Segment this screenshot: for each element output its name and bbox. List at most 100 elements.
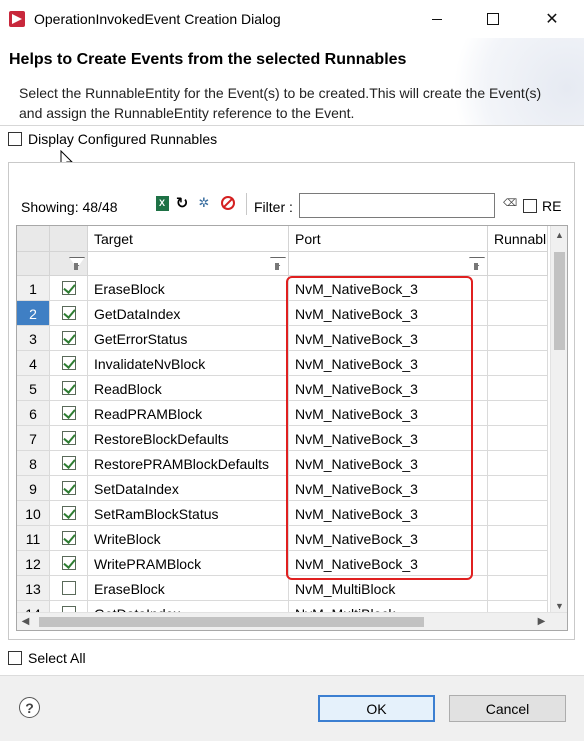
- cancel-button[interactable]: Cancel: [449, 695, 566, 722]
- target-cell[interactable]: ReadBlock: [88, 376, 289, 401]
- target-cell[interactable]: WritePRAMBlock: [88, 551, 289, 576]
- select-column-header[interactable]: [50, 226, 88, 252]
- row-select-cell[interactable]: [50, 376, 88, 401]
- runnable-cell[interactable]: [488, 326, 548, 351]
- row-number[interactable]: 12: [17, 551, 50, 576]
- target-cell[interactable]: EraseBlock: [88, 576, 289, 601]
- port-cell[interactable]: NvM_NativeBock_3: [289, 301, 488, 326]
- row-number[interactable]: 4: [17, 351, 50, 376]
- row-checkbox[interactable]: [61, 581, 76, 595]
- table-row[interactable]: 2 GetDataIndex NvM_NativeBock_3: [17, 301, 567, 326]
- scroll-left-icon[interactable]: ◀: [17, 613, 34, 630]
- runnable-cell[interactable]: [488, 376, 548, 401]
- runnable-cell[interactable]: [488, 576, 548, 601]
- runnable-cell[interactable]: [488, 551, 548, 576]
- funnel-icon[interactable]: [469, 257, 483, 270]
- table-row[interactable]: 9 SetDataIndex NvM_NativeBock_3: [17, 476, 567, 501]
- display-configured-runnables-checkbox[interactable]: Display Configured Runnables: [8, 131, 217, 147]
- row-number[interactable]: 8: [17, 451, 50, 476]
- filter-input[interactable]: [299, 193, 495, 218]
- table-row[interactable]: 1 EraseBlock NvM_NativeBock_3: [17, 276, 567, 301]
- table-row[interactable]: 3 GetErrorStatus NvM_NativeBock_3: [17, 326, 567, 351]
- runnable-cell[interactable]: [488, 301, 548, 326]
- target-cell[interactable]: RestorePRAMBlockDefaults: [88, 451, 289, 476]
- target-cell[interactable]: EraseBlock: [88, 276, 289, 301]
- runnable-cell[interactable]: [488, 501, 548, 526]
- excel-export-icon[interactable]: X: [153, 194, 171, 212]
- port-cell[interactable]: NvM_NativeBock_3: [289, 376, 488, 401]
- port-cell[interactable]: NvM_NativeBock_3: [289, 526, 488, 551]
- horizontal-scrollbar[interactable]: ◀ ▶: [17, 612, 567, 630]
- table-row[interactable]: 4 InvalidateNvBlock NvM_NativeBock_3: [17, 351, 567, 376]
- close-button[interactable]: ✕: [529, 0, 575, 38]
- row-number[interactable]: 10: [17, 501, 50, 526]
- vertical-scroll-thumb[interactable]: [554, 252, 565, 350]
- row-number[interactable]: 13: [17, 576, 50, 601]
- row-select-cell[interactable]: [50, 426, 88, 451]
- checkbox-box[interactable]: [8, 651, 22, 665]
- help-icon[interactable]: ?: [19, 697, 40, 718]
- settings-icon[interactable]: ✲: [195, 194, 213, 212]
- filter-cell-port[interactable]: [289, 252, 488, 276]
- port-cell[interactable]: NvM_NativeBock_3: [289, 401, 488, 426]
- row-number[interactable]: 1: [17, 276, 50, 301]
- port-cell[interactable]: NvM_NativeBock_3: [289, 476, 488, 501]
- column-header-runnable[interactable]: Runnabl: [488, 226, 548, 252]
- target-cell[interactable]: GetDataIndex: [88, 301, 289, 326]
- table-row[interactable]: 11 WriteBlock NvM_NativeBock_3: [17, 526, 567, 551]
- column-header-port[interactable]: Port: [289, 226, 488, 252]
- regex-checkbox[interactable]: RE: [523, 198, 561, 214]
- maximize-button[interactable]: [470, 0, 516, 38]
- row-number[interactable]: 2: [17, 301, 50, 326]
- port-cell[interactable]: NvM_NativeBock_3: [289, 326, 488, 351]
- column-header-target[interactable]: Target: [88, 226, 289, 252]
- target-cell[interactable]: SetRamBlockStatus: [88, 501, 289, 526]
- runnable-cell[interactable]: [488, 401, 548, 426]
- runnable-cell[interactable]: [488, 276, 548, 301]
- port-cell[interactable]: NvM_MultiBlock: [289, 576, 488, 601]
- table-row[interactable]: 5 ReadBlock NvM_NativeBock_3: [17, 376, 567, 401]
- row-checkbox[interactable]: [61, 356, 76, 370]
- row-select-cell[interactable]: [50, 451, 88, 476]
- port-cell[interactable]: NvM_NativeBock_3: [289, 426, 488, 451]
- row-select-cell[interactable]: [50, 576, 88, 601]
- row-number[interactable]: 3: [17, 326, 50, 351]
- ok-button[interactable]: OK: [318, 695, 435, 722]
- row-select-cell[interactable]: [50, 351, 88, 376]
- row-select-cell[interactable]: [50, 326, 88, 351]
- funnel-icon[interactable]: [69, 257, 83, 270]
- checkbox-box[interactable]: [8, 132, 22, 146]
- row-number[interactable]: 7: [17, 426, 50, 451]
- row-select-cell[interactable]: [50, 276, 88, 301]
- row-checkbox[interactable]: [61, 481, 76, 495]
- row-select-cell[interactable]: [50, 501, 88, 526]
- row-checkbox[interactable]: [61, 281, 76, 295]
- target-cell[interactable]: SetDataIndex: [88, 476, 289, 501]
- runnable-cell[interactable]: [488, 351, 548, 376]
- port-cell[interactable]: NvM_NativeBock_3: [289, 276, 488, 301]
- row-select-cell[interactable]: [50, 401, 88, 426]
- port-cell[interactable]: NvM_NativeBock_3: [289, 551, 488, 576]
- target-cell[interactable]: ReadPRAMBlock: [88, 401, 289, 426]
- row-checkbox[interactable]: [61, 531, 76, 545]
- row-number[interactable]: 11: [17, 526, 50, 551]
- row-checkbox[interactable]: [61, 556, 76, 570]
- select-all-checkbox[interactable]: Select All: [8, 650, 86, 666]
- target-cell[interactable]: GetErrorStatus: [88, 326, 289, 351]
- refresh-icon[interactable]: ↻: [173, 194, 191, 212]
- row-checkbox[interactable]: [61, 456, 76, 470]
- funnel-icon[interactable]: [270, 257, 284, 270]
- regex-checkbox-box[interactable]: [523, 199, 537, 213]
- target-cell[interactable]: InvalidateNvBlock: [88, 351, 289, 376]
- filter-cell-runnable[interactable]: [488, 252, 548, 276]
- runnable-cell[interactable]: [488, 451, 548, 476]
- table-row[interactable]: 7 RestoreBlockDefaults NvM_NativeBock_3: [17, 426, 567, 451]
- target-cell[interactable]: RestoreBlockDefaults: [88, 426, 289, 451]
- clear-filters-icon[interactable]: [219, 194, 237, 212]
- port-cell[interactable]: NvM_NativeBock_3: [289, 451, 488, 476]
- row-checkbox[interactable]: [61, 381, 76, 395]
- row-number[interactable]: 5: [17, 376, 50, 401]
- row-checkbox[interactable]: [61, 306, 76, 320]
- minimize-button[interactable]: [414, 0, 460, 38]
- table-row[interactable]: 12 WritePRAMBlock NvM_NativeBock_3: [17, 551, 567, 576]
